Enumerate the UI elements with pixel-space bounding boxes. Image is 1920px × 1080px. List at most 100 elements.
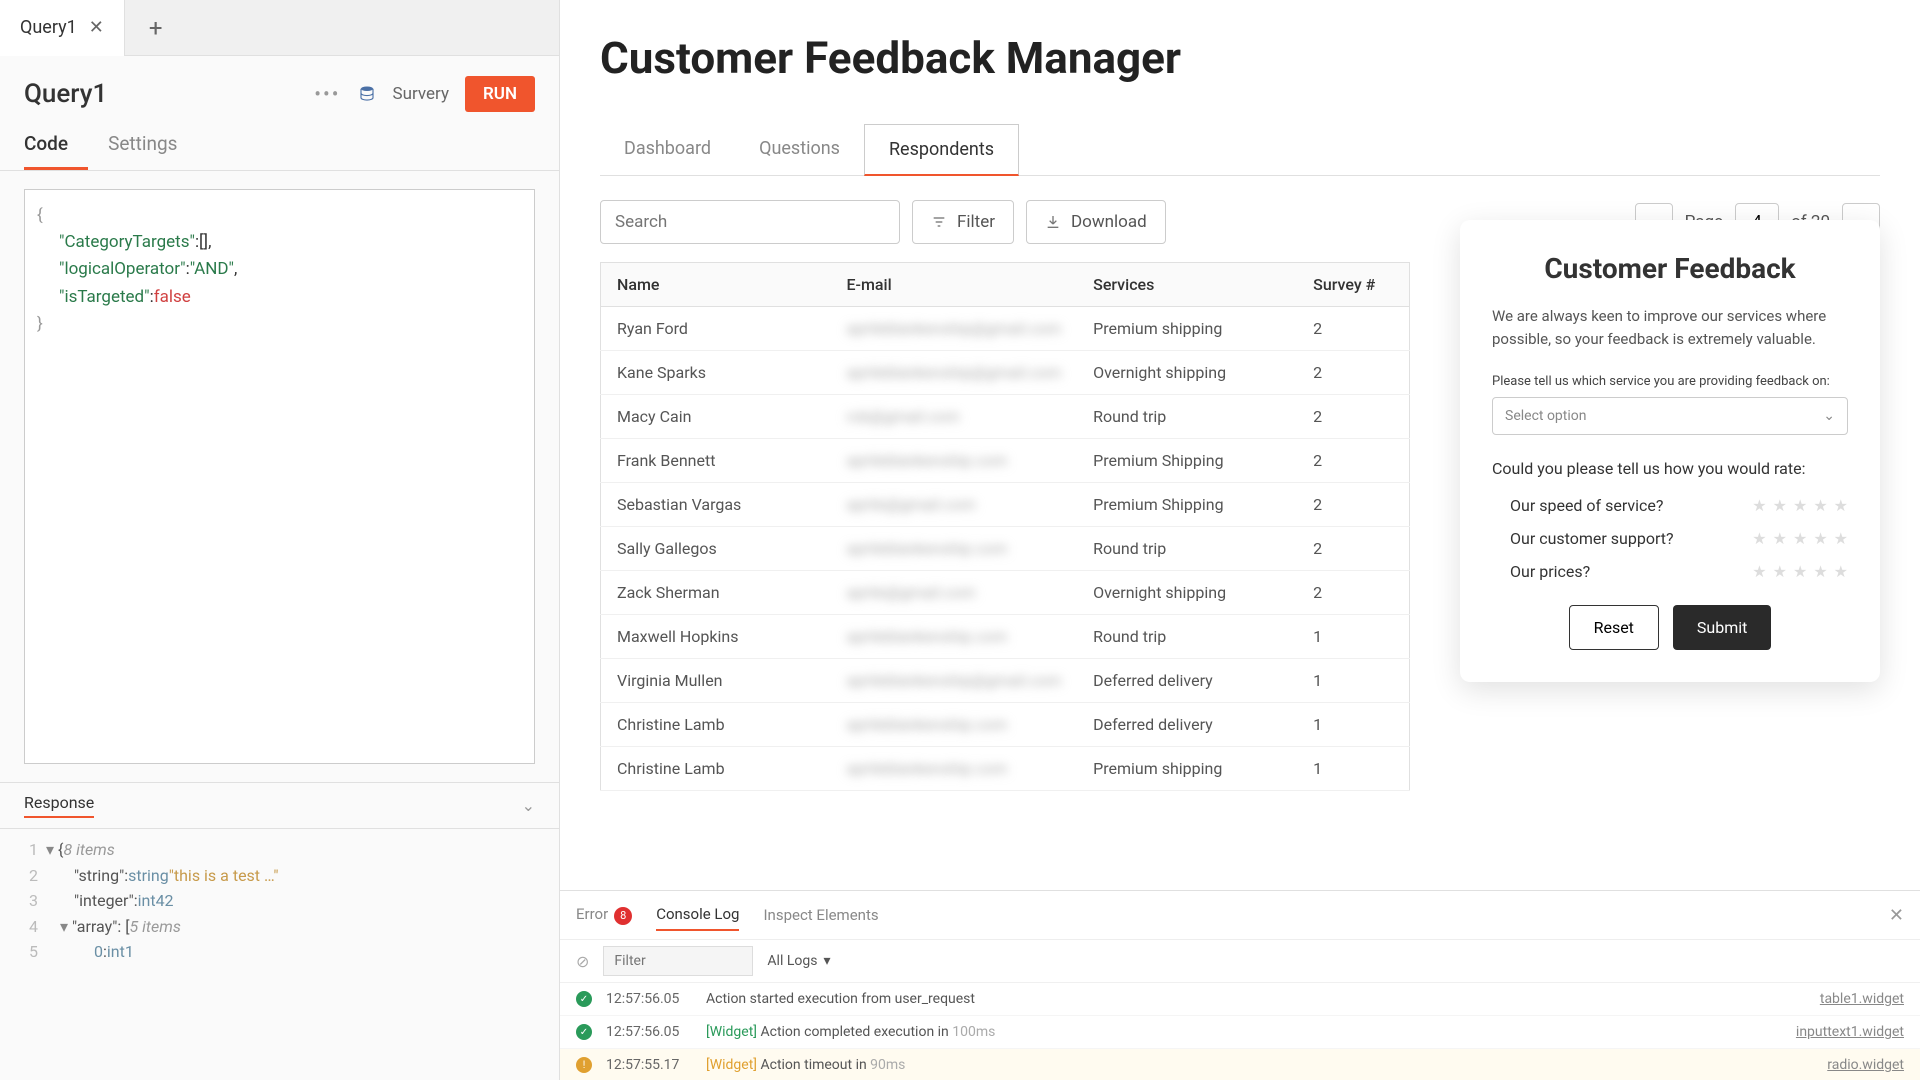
rating-support-label: Our customer support? xyxy=(1510,529,1674,548)
database-icon[interactable] xyxy=(357,84,377,104)
cell-email: aprile@gmail.com xyxy=(831,483,1078,527)
tab-add[interactable]: + xyxy=(125,14,187,42)
query-tabs: Query1 ✕ + xyxy=(0,0,559,56)
chevron-down-icon: ⌄ xyxy=(1823,408,1835,424)
code-editor[interactable]: { "CategoryTargets":[], "logicalOperator… xyxy=(24,189,535,764)
close-icon[interactable]: ✕ xyxy=(1889,905,1904,926)
download-button[interactable]: Download xyxy=(1026,200,1166,244)
table-row[interactable]: Sebastian Vargasaprile@gmail.comPremium … xyxy=(601,483,1410,527)
cell-service: Premium shipping xyxy=(1077,307,1297,351)
cell-survey: 1 xyxy=(1297,747,1409,791)
service-select[interactable]: Select option ⌄ xyxy=(1492,397,1848,435)
log-row: ✓12:57:56.05Action started execution fro… xyxy=(560,983,1920,1016)
response-header[interactable]: Response ⌄ xyxy=(0,782,559,829)
run-button[interactable]: RUN xyxy=(465,76,535,112)
tab-error[interactable]: Error8 xyxy=(576,899,632,931)
table-row[interactable]: Maxwell Hopkinsaprileblankenship.comRoun… xyxy=(601,615,1410,659)
table-row[interactable]: Ryan Fordaprileblankenship@gmail.comPrem… xyxy=(601,307,1410,351)
caret-down-icon: ▾ xyxy=(823,953,830,969)
table-row[interactable]: Christine Lambaprileblankenship.comDefer… xyxy=(601,703,1410,747)
cell-email: aprileblankenship.com xyxy=(831,439,1078,483)
table-row[interactable]: Macy Cainrob@gmail.comRound trip2 xyxy=(601,395,1410,439)
table-row[interactable]: Kane Sparksaprileblankenship@gmail.comOv… xyxy=(601,351,1410,395)
cell-survey: 2 xyxy=(1297,571,1409,615)
cell-name: Sally Gallegos xyxy=(601,527,831,571)
db-label: Survery xyxy=(393,84,449,104)
tab-code[interactable]: Code xyxy=(24,120,88,170)
feedback-title: Customer Feedback xyxy=(1492,252,1848,285)
rate-question: Could you please tell us how you would r… xyxy=(1492,459,1848,478)
th-survey[interactable]: Survey # xyxy=(1297,263,1409,307)
tab-dashboard[interactable]: Dashboard xyxy=(600,124,735,175)
log-time: 12:57:56.05 xyxy=(606,991,692,1007)
cell-service: Premium Shipping xyxy=(1077,483,1297,527)
cell-service: Round trip xyxy=(1077,527,1297,571)
th-name[interactable]: Name xyxy=(601,263,831,307)
cell-name: Macy Cain xyxy=(601,395,831,439)
select-placeholder: Select option xyxy=(1505,408,1587,424)
chevron-down-icon[interactable]: ⌄ xyxy=(522,796,535,815)
cell-service: Overnight shipping xyxy=(1077,351,1297,395)
rating-speed-stars[interactable]: ★★★★★ xyxy=(1752,496,1848,515)
respondents-table: Name E-mail Services Survey # Ryan Forda… xyxy=(600,262,1410,791)
submit-button[interactable]: Submit xyxy=(1673,605,1771,650)
cell-survey: 2 xyxy=(1297,527,1409,571)
table-row[interactable]: Sally Gallegosaprileblankenship.comRound… xyxy=(601,527,1410,571)
cell-service: Premium shipping xyxy=(1077,747,1297,791)
cell-survey: 2 xyxy=(1297,395,1409,439)
tab-console[interactable]: Console Log xyxy=(656,899,739,931)
query-title: Query1 xyxy=(24,79,107,109)
tab-respondents[interactable]: Respondents xyxy=(864,124,1019,176)
status-icon: ✓ xyxy=(576,1024,592,1040)
log-row: ✓12:57:56.05[Widget] Action completed ex… xyxy=(560,1016,1920,1049)
cell-survey: 2 xyxy=(1297,483,1409,527)
cell-survey: 1 xyxy=(1297,659,1409,703)
log-msg: [Widget] Action completed execution in 1… xyxy=(706,1024,1782,1040)
filter-button[interactable]: Filter xyxy=(912,200,1014,244)
cell-service: Deferred delivery xyxy=(1077,659,1297,703)
cell-email: aprileblankenship.com xyxy=(831,527,1078,571)
tab-query1[interactable]: Query1 ✕ xyxy=(0,0,125,56)
log-source[interactable]: radio.widget xyxy=(1827,1057,1904,1073)
th-email[interactable]: E-mail xyxy=(831,263,1078,307)
log-type-select[interactable]: All Logs▾ xyxy=(767,953,830,969)
cell-service: Deferred delivery xyxy=(1077,703,1297,747)
error-count-badge: 8 xyxy=(614,907,632,925)
cell-email: aprile@gmail.com xyxy=(831,571,1078,615)
cell-email: aprileblankenship.com xyxy=(831,615,1078,659)
rating-support-stars[interactable]: ★★★★★ xyxy=(1752,529,1848,548)
tab-questions[interactable]: Questions xyxy=(735,124,864,175)
cell-service: Premium Shipping xyxy=(1077,439,1297,483)
download-label: Download xyxy=(1071,212,1147,232)
cell-name: Frank Bennett xyxy=(601,439,831,483)
tab-settings[interactable]: Settings xyxy=(108,120,197,170)
cell-email: aprileblankenship@gmail.com xyxy=(831,659,1078,703)
th-services[interactable]: Services xyxy=(1077,263,1297,307)
reset-button[interactable]: Reset xyxy=(1569,605,1659,650)
log-source[interactable]: table1.widget xyxy=(1820,991,1904,1007)
search-input[interactable] xyxy=(600,200,900,244)
rating-prices-stars[interactable]: ★★★★★ xyxy=(1752,562,1848,581)
tab-inspect[interactable]: Inspect Elements xyxy=(763,900,878,930)
table-row[interactable]: Virginia Mullenaprileblankenship@gmail.c… xyxy=(601,659,1410,703)
cell-name: Zack Sherman xyxy=(601,571,831,615)
close-icon[interactable]: ✕ xyxy=(89,17,104,38)
feedback-intro: We are always keen to improve our servic… xyxy=(1492,305,1848,350)
cell-email: aprileblankenship@gmail.com xyxy=(831,307,1078,351)
log-filter-input[interactable] xyxy=(603,946,753,976)
clear-icon[interactable]: ⊘ xyxy=(576,952,589,971)
filter-label: Filter xyxy=(957,212,995,232)
more-icon[interactable]: ••• xyxy=(314,82,340,106)
table-row[interactable]: Christine Lambaprileblankenship.comPremi… xyxy=(601,747,1410,791)
log-source[interactable]: inputtext1.widget xyxy=(1796,1024,1904,1040)
rating-speed-label: Our speed of service? xyxy=(1510,496,1663,515)
log-time: 12:57:55.17 xyxy=(606,1057,692,1073)
table-row[interactable]: Frank Bennettaprileblankenship.comPremiu… xyxy=(601,439,1410,483)
cell-email: aprileblankenship.com xyxy=(831,747,1078,791)
feedback-card: Customer Feedback We are always keen to … xyxy=(1460,220,1880,682)
table-row[interactable]: Zack Shermanaprile@gmail.comOvernight sh… xyxy=(601,571,1410,615)
cell-name: Virginia Mullen xyxy=(601,659,831,703)
cell-service: Round trip xyxy=(1077,395,1297,439)
cell-survey: 1 xyxy=(1297,703,1409,747)
cell-name: Christine Lamb xyxy=(601,747,831,791)
